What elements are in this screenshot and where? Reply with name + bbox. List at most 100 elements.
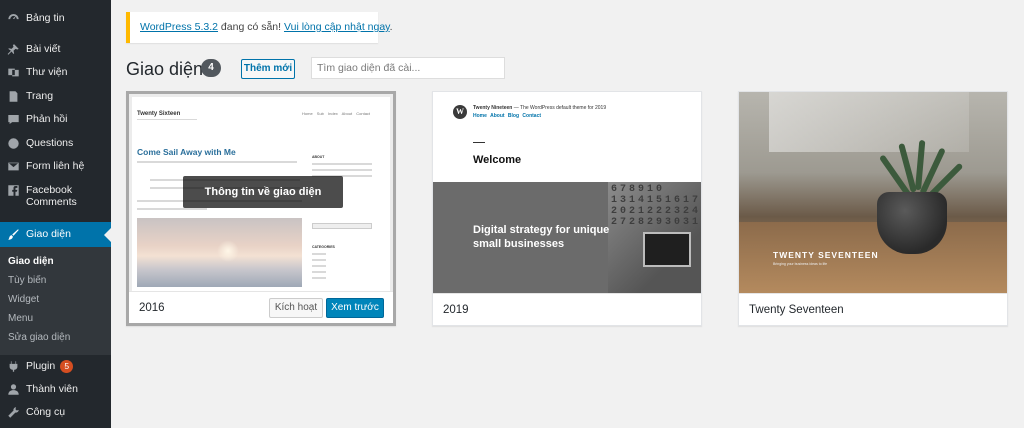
theme-count-badge: 4 <box>201 59 221 77</box>
activate-button[interactable]: Kích hoạt <box>269 298 323 318</box>
screenshot-text-line <box>312 169 372 171</box>
pin-icon <box>6 43 20 56</box>
screenshot-hero-image <box>137 218 302 287</box>
sun-glow <box>217 240 239 262</box>
screenshot-nav: Home Sub Index About Contact <box>302 111 371 116</box>
window-light <box>769 92 969 152</box>
sidebar-item-pages[interactable]: Trang <box>0 90 111 103</box>
admin-sidebar: Bảng tin Bài viết Thư viện Trang Phản hồ… <box>0 0 111 428</box>
sidebar-item-tools[interactable]: Công cụ <box>0 406 111 419</box>
theme-details-overlay[interactable]: Thông tin về giao diện <box>183 176 343 208</box>
page-title: Giao diện <box>126 59 204 79</box>
screenshot-sidebar-heading: CATEGORIES <box>312 245 335 249</box>
comment-icon <box>6 113 20 126</box>
screenshot-site-title: Twenty Sixteen <box>137 111 181 117</box>
theme-screenshot: W Twenty Nineteen — The WordPress defaul… <box>433 92 701 293</box>
screenshot-text-line <box>312 163 372 165</box>
sidebar-item-label: Bảng tin <box>26 12 65 24</box>
theme-card-twenty-seventeen[interactable]: TWENTY SEVENTEEN Bringing your business … <box>738 91 1008 326</box>
screenshot-welcome-heading: Welcome <box>473 154 522 166</box>
sidebar-item-contact-form[interactable]: Form liên hệ <box>0 160 111 173</box>
sidebar-item-label: Trang <box>26 90 54 102</box>
page-icon <box>6 90 20 103</box>
sidebar-item-label: Phản hồi <box>26 113 68 125</box>
sidebar-item-label: Facebook Comments <box>26 184 77 208</box>
question-icon <box>6 137 20 150</box>
sidebar-item-label: Thư viện <box>26 66 68 78</box>
theme-screenshot: Twenty Sixteen Home Sub Index About Cont… <box>129 94 393 291</box>
screenshot-site-tagline: — The WordPress default theme for 2019 <box>512 105 607 111</box>
screenshot-text-line <box>312 259 326 261</box>
mail-icon <box>6 160 20 173</box>
theme-card-2016[interactable]: Twenty Sixteen Home Sub Index About Cont… <box>126 91 396 326</box>
sidebar-item-plugins[interactable]: Plugin 5 <box>0 360 111 373</box>
screenshot-search-box <box>312 223 372 229</box>
wall-calendar: 678910 1314151617 2021222324 2728293031 <box>611 184 701 228</box>
sidebar-item-users[interactable]: Thành viên <box>0 383 111 396</box>
theme-screenshot: TWENTY SEVENTEEN Bringing your business … <box>739 92 1007 293</box>
update-count-badge: 5 <box>60 360 74 373</box>
sidebar-item-label: Giao diện <box>26 228 71 240</box>
dashboard-icon <box>6 12 20 25</box>
sidebar-item-label: Công cụ <box>26 406 66 418</box>
monitor-shape <box>643 232 691 267</box>
user-icon <box>6 383 20 396</box>
add-new-theme-button[interactable]: Thêm mới <box>241 59 295 79</box>
update-now-link[interactable]: Vui lòng cập nhật ngay <box>284 21 390 33</box>
submenu-item-widgets[interactable]: Widget <box>8 294 39 305</box>
live-preview-button[interactable]: Xem trước <box>326 298 384 318</box>
screenshot-hero: 678910 1314151617 2021222324 2728293031 … <box>433 182 701 293</box>
wordpress-version-link[interactable]: WordPress 5.3.2 <box>140 21 218 33</box>
facebook-icon <box>6 184 20 197</box>
submenu-item-customize[interactable]: Tùy biến <box>8 275 46 286</box>
wordpress-logo-icon: W <box>453 105 467 119</box>
notice-end: . <box>389 21 393 33</box>
theme-card-2019[interactable]: W Twenty Nineteen — The WordPress defaul… <box>432 91 702 326</box>
screenshot-rule <box>137 119 197 120</box>
sidebar-item-facebook-comments[interactable]: Facebook Comments <box>0 184 111 208</box>
sidebar-item-appearance[interactable]: Giao diện <box>0 222 111 247</box>
submenu-item-theme-editor[interactable]: Sửa giao diện <box>8 332 70 343</box>
wrench-icon <box>6 406 20 419</box>
screenshot-text-line <box>312 271 326 273</box>
theme-name-bar: Twenty Seventeen <box>739 293 1007 325</box>
submenu-item-themes[interactable]: Giao diện <box>8 256 54 267</box>
screenshot-text-line <box>137 208 207 210</box>
screenshot-hero-photo: 678910 1314151617 2021222324 2728293031 <box>608 182 701 293</box>
appearance-submenu: Giao diện Tùy biến Widget Menu Sửa giao … <box>0 247 111 355</box>
screenshot-headline: Come Sail Away with Me <box>137 147 236 157</box>
submenu-item-menus[interactable]: Menu <box>8 313 33 324</box>
sidebar-item-label: Thành viên <box>26 383 78 395</box>
screenshot-text-line <box>312 253 326 255</box>
sidebar-item-label: Questions <box>26 137 74 149</box>
screenshot-nav: Home About Blog Contact <box>473 113 542 119</box>
sidebar-item-comments[interactable]: Phản hồi <box>0 113 111 126</box>
sidebar-item-questions[interactable]: Questions <box>0 137 111 150</box>
sidebar-item-label: Bài viết <box>26 43 61 55</box>
media-icon <box>6 66 20 79</box>
screenshot-text-line <box>312 265 326 267</box>
screenshot-site-name: Twenty Nineteen <box>473 105 513 111</box>
theme-name: 2016 <box>139 302 165 314</box>
screenshot-text-line <box>312 277 326 279</box>
screenshot-sidebar-heading: ABOUT <box>312 155 325 159</box>
brush-icon <box>6 228 20 241</box>
theme-name-bar: 2019 <box>433 293 701 325</box>
sidebar-item-label: Form liên hệ <box>26 160 85 172</box>
sidebar-item-media[interactable]: Thư viện <box>0 66 111 79</box>
screenshot-site-title: TWENTY SEVENTEEN <box>773 250 879 260</box>
screenshot-site-title: Twenty Nineteen — The WordPress default … <box>473 105 606 111</box>
theme-name-bar: 2016 Kích hoạt Xem trước <box>129 291 393 323</box>
notice-text: đang có sẵn! <box>218 21 284 33</box>
plant-pot <box>877 192 947 254</box>
screenshot-text-line <box>137 161 297 163</box>
update-notice: WordPress 5.3.2 đang có sẵn! Vui lòng cậ… <box>126 12 393 43</box>
sidebar-item-dashboard[interactable]: Bảng tin <box>0 12 111 25</box>
screenshot-tagline: Bringing your business ideas to life <box>773 262 828 266</box>
theme-name: Twenty Seventeen <box>749 304 844 316</box>
plugin-icon <box>6 360 20 373</box>
search-themes-input[interactable] <box>311 57 505 79</box>
screenshot-rule <box>473 142 485 143</box>
sidebar-item-label: Plugin <box>26 360 56 372</box>
sidebar-item-posts[interactable]: Bài viết <box>0 43 111 56</box>
